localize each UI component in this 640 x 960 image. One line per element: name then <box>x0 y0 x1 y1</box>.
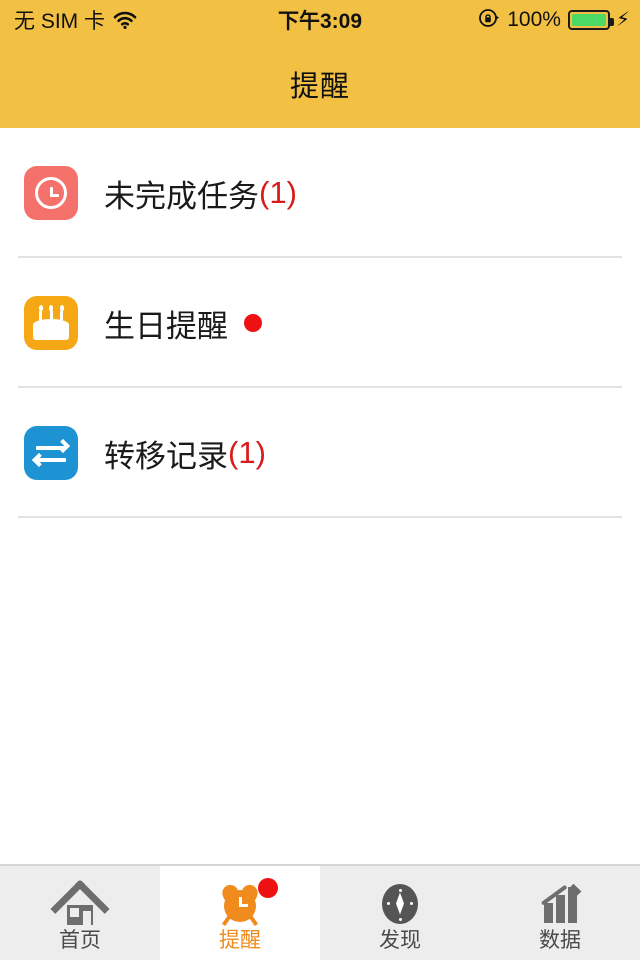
list-item-label: 生日提醒 <box>104 301 262 346</box>
clock-label: 下午3:09 <box>277 10 363 33</box>
tab-home[interactable]: 首页 <box>0 866 160 960</box>
list-item-unfinished-tasks[interactable]: 未完成任务 (1) <box>0 128 640 258</box>
tab-label: 提醒 <box>219 928 261 952</box>
birthday-cake-icon <box>24 296 78 350</box>
list-item-label: 转移记录 (1) <box>104 431 266 476</box>
list-separator <box>18 516 622 518</box>
tab-badge <box>258 878 278 898</box>
battery-percent-label: 100% <box>507 8 561 31</box>
navigation-bar: 提醒 <box>0 40 640 128</box>
alarm-clock-icon <box>216 880 264 928</box>
charging-bolt-icon: ⚡ <box>615 9 630 31</box>
tab-label: 发现 <box>379 928 421 952</box>
tab-reminder[interactable]: 提醒 <box>160 866 320 960</box>
tab-discover[interactable]: 发现 <box>320 866 480 960</box>
list-item-count: (1) <box>259 175 297 210</box>
list-item-text: 生日提醒 <box>104 308 228 344</box>
bar-chart-icon <box>536 880 584 928</box>
tab-bar: 首页 提醒 发现 数据 <box>0 864 640 960</box>
clock-icon <box>24 166 78 220</box>
compass-icon <box>376 880 424 928</box>
list-item-text: 未完成任务 <box>104 178 259 214</box>
rotation-lock-icon <box>478 7 500 34</box>
tab-label: 数据 <box>539 928 581 952</box>
page-title: 提醒 <box>289 71 350 103</box>
app-root: 无 SIM 卡 下午3:09 100% ⚡ 提醒 未完成任务 (1) 生日提醒 … <box>0 0 640 960</box>
status-bar: 无 SIM 卡 下午3:09 100% ⚡ <box>0 0 640 40</box>
list-item-text: 转移记录 <box>104 438 228 474</box>
status-bar-right: 100% ⚡ <box>478 0 630 40</box>
transfer-arrows-icon <box>24 426 78 480</box>
home-icon <box>50 878 110 939</box>
battery-full-icon <box>567 10 614 30</box>
reminder-list: 未完成任务 (1) 生日提醒 转移记录 (1) <box>0 128 640 518</box>
tab-data[interactable]: 数据 <box>480 866 640 960</box>
list-item-label: 未完成任务 (1) <box>104 171 297 216</box>
list-item-count: (1) <box>228 435 266 470</box>
list-item-transfer-records[interactable]: 转移记录 (1) <box>0 388 640 518</box>
status-badge <box>244 314 262 332</box>
list-item-birthday-reminder[interactable]: 生日提醒 <box>0 258 640 388</box>
